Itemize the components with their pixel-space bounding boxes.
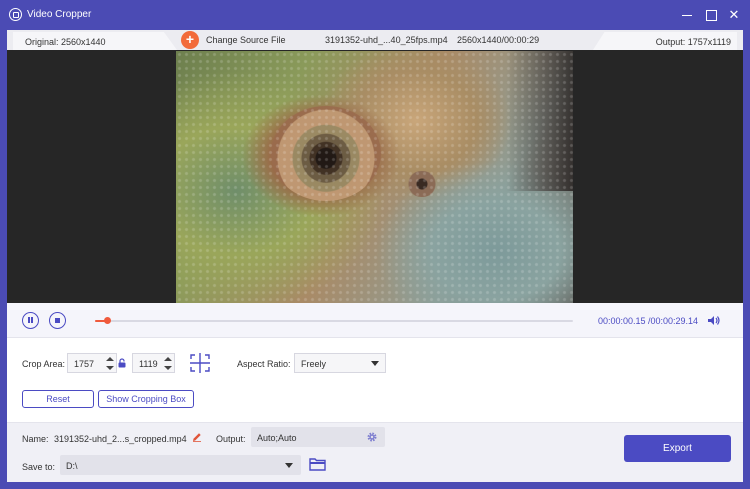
width-increment-icon[interactable] — [106, 357, 114, 361]
app-window: Video Cropper ✕ Original: 2560x1440 + Ch… — [0, 0, 750, 489]
height-arrows[interactable] — [164, 355, 172, 372]
save-path-dropdown[interactable]: D:\ — [60, 455, 301, 475]
timeline-handle[interactable] — [103, 317, 111, 324]
output-format-value: Auto;Auto — [257, 433, 297, 443]
total-time: /00:00:29.14 — [648, 316, 699, 326]
crop-height-value[interactable]: 1119 — [139, 359, 158, 369]
add-icon[interactable]: + — [181, 31, 199, 49]
lock-icon[interactable] — [117, 358, 127, 368]
crop-controls: Crop Area: 1757 1119 Aspect Ratio: Freel… — [7, 338, 743, 422]
video-preview — [7, 50, 743, 303]
maximize-icon[interactable] — [702, 6, 720, 24]
chevron-down-icon[interactable] — [285, 463, 293, 468]
pencil-icon[interactable] — [192, 432, 202, 442]
chevron-down-icon[interactable] — [371, 361, 379, 366]
pause-icon[interactable] — [22, 312, 39, 329]
output-format-field[interactable]: Auto;Auto — [251, 427, 385, 447]
stop-icon[interactable] — [49, 312, 66, 329]
change-source-button[interactable]: Change Source File — [206, 35, 286, 45]
width-arrows[interactable] — [106, 355, 114, 372]
window-title: Video Cropper — [27, 9, 92, 20]
gear-icon[interactable] — [366, 431, 378, 443]
video-frame[interactable] — [176, 51, 573, 303]
app-logo-icon — [9, 8, 22, 21]
source-file-name: 3191352-uhd_...40_25fps.mp4 — [325, 35, 448, 45]
close-icon[interactable]: ✕ — [725, 6, 743, 24]
main-content: Original: 2560x1440 + Change Source File… — [7, 30, 743, 482]
crop-width-value[interactable]: 1757 — [74, 359, 94, 369]
export-button[interactable]: Export — [624, 435, 731, 462]
playback-bar: 00:00:00.15 /00:00:29.14 — [7, 303, 743, 338]
info-bar: Original: 2560x1440 + Change Source File… — [7, 30, 743, 50]
volume-icon[interactable] — [707, 315, 721, 326]
source-resolution-duration: 2560x1440/00:00:29 — [457, 35, 540, 45]
width-decrement-icon[interactable] — [106, 366, 114, 370]
output-resolution: Output: 1757x1119 — [655, 37, 731, 47]
save-path-value: D:\ — [66, 461, 78, 471]
current-time: 00:00:00.15 — [598, 316, 646, 326]
minimize-icon[interactable] — [678, 6, 696, 24]
center-crop-icon[interactable] — [187, 351, 213, 375]
show-cropping-box-button[interactable]: Show Cropping Box — [98, 390, 194, 408]
output-file-name: 3191352-uhd_2...s_cropped.mp4 — [54, 434, 187, 444]
original-resolution: Original: 2560x1440 — [25, 37, 106, 47]
aspect-ratio-dropdown[interactable]: Freely — [294, 353, 386, 373]
crop-area-label: Crop Area: — [22, 359, 66, 369]
crop-width-stepper[interactable]: 1757 — [67, 353, 117, 373]
reset-button[interactable]: Reset — [22, 390, 94, 408]
scale-texture — [176, 51, 573, 303]
crop-height-stepper[interactable]: 1119 — [132, 353, 175, 373]
aspect-ratio-value: Freely — [301, 359, 327, 369]
height-decrement-icon[interactable] — [164, 366, 172, 370]
folder-icon[interactable] — [309, 457, 326, 471]
output-format-label: Output: — [216, 434, 246, 444]
name-label: Name: — [22, 434, 49, 444]
timeline-slider[interactable] — [95, 317, 573, 324]
title-bar: Video Cropper ✕ — [0, 0, 750, 30]
height-increment-icon[interactable] — [164, 357, 172, 361]
save-to-label: Save to: — [22, 462, 56, 472]
aspect-ratio-label: Aspect Ratio: — [237, 359, 291, 369]
output-panel: Name: 3191352-uhd_2...s_cropped.mp4 Outp… — [7, 422, 743, 482]
